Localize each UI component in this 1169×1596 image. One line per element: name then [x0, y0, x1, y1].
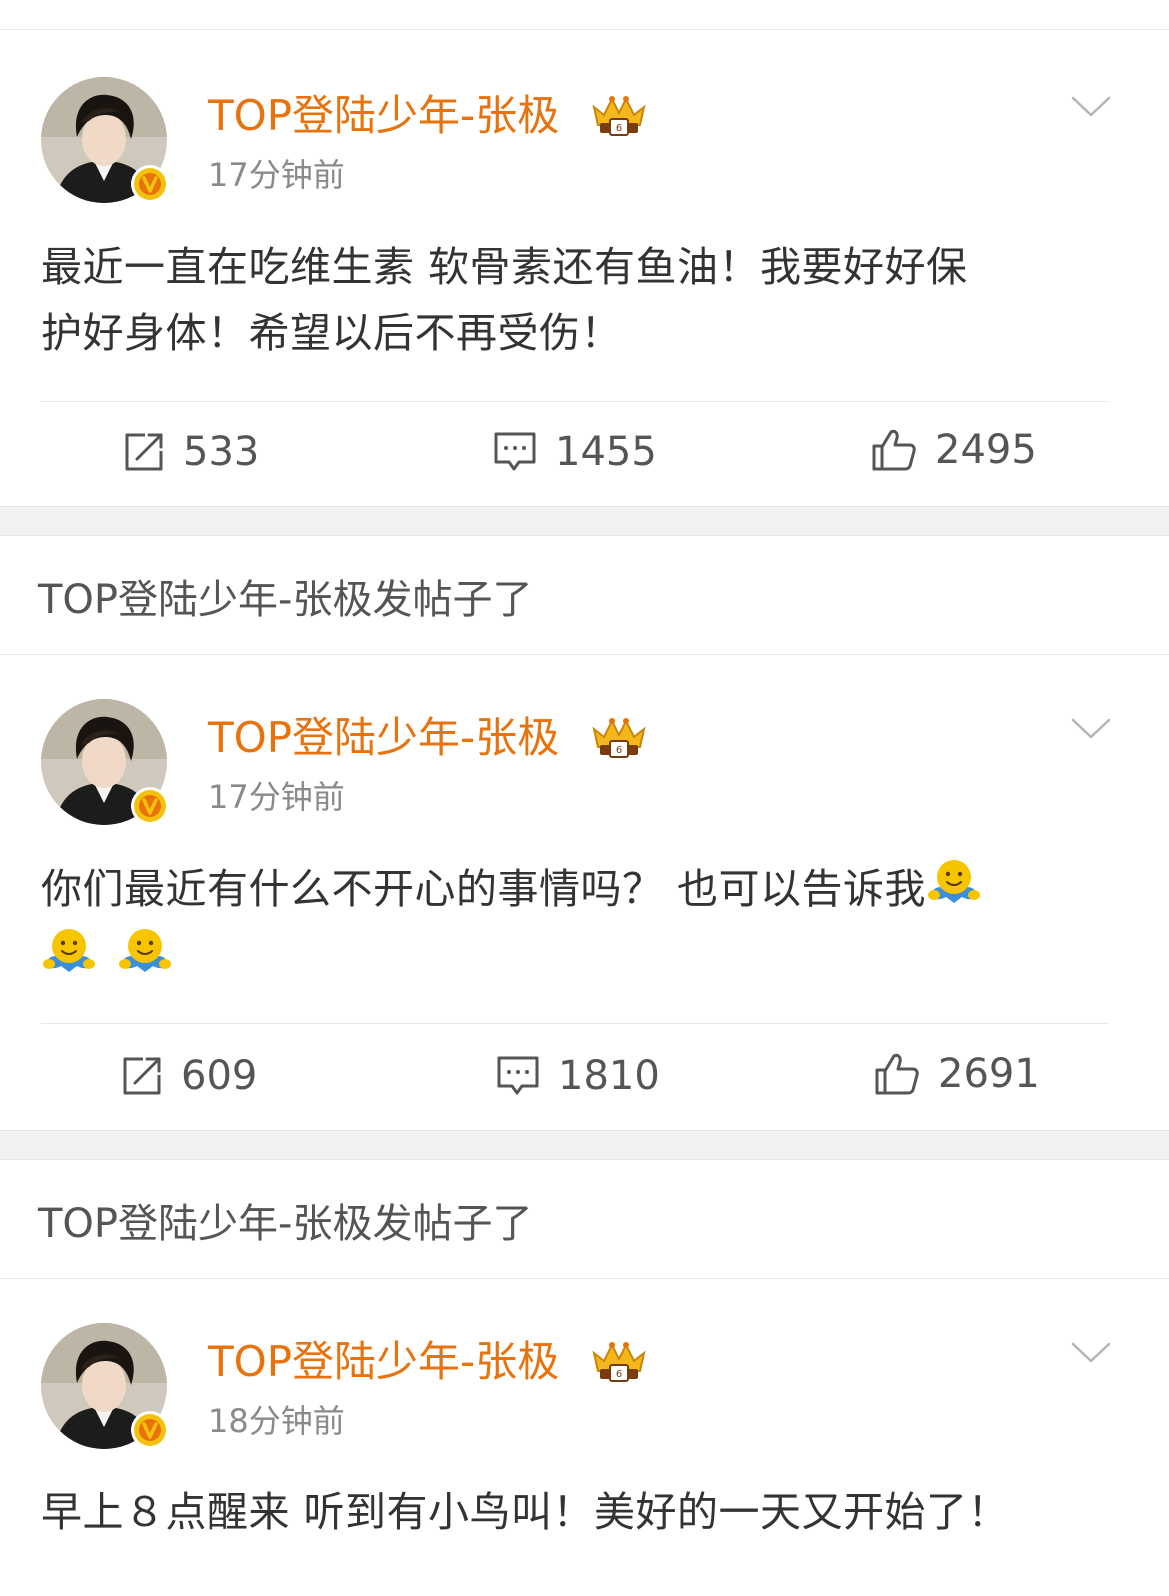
repost-button[interactable]: 533: [123, 429, 259, 475]
feed-card: TOP登陆少年-张极发帖子了 TOP登陆少年-张极 17分钟前 你们最近有什么不…: [0, 537, 1169, 1130]
divider: [41, 1023, 1109, 1024]
top-spacer: [0, 0, 1169, 30]
post-text: 你们最近有什么不开心的事情吗？ 也可以告诉我: [41, 855, 1131, 991]
post-text-line: 早上８点醒来 听到有小鸟叫！美好的一天又开始了！: [41, 1488, 1010, 1536]
card-separator: [0, 506, 1169, 536]
username[interactable]: TOP登陆少年-张极: [208, 1337, 559, 1387]
divider: [0, 1278, 1169, 1279]
post-text-line: 护好身体！希望以后不再受伤！: [41, 309, 622, 357]
post-time: 17分钟前: [208, 778, 345, 816]
crown-vip-icon[interactable]: [590, 1339, 648, 1383]
repost-header[interactable]: TOP登陆少年-张极发帖子了: [38, 1199, 532, 1249]
repost-count: 533: [183, 429, 260, 475]
comment-count: 1810: [558, 1053, 660, 1099]
username[interactable]: TOP登陆少年-张极: [208, 713, 559, 763]
chevron-down-icon[interactable]: [1071, 717, 1111, 741]
post-text-line: 最近一直在吃维生素 软骨素还有鱼油！我要好好保: [41, 243, 968, 291]
chevron-down-icon[interactable]: [1071, 1341, 1111, 1365]
post-text: 最近一直在吃维生素 软骨素还有鱼油！我要好好保 护好身体！希望以后不再受伤！: [41, 234, 1131, 366]
comment-button[interactable]: 1810: [496, 1053, 660, 1099]
comment-bubble-icon: [496, 1055, 540, 1097]
crown-vip-icon[interactable]: [590, 715, 648, 759]
post-text-line: 你们最近有什么不开心的事情吗？ 也可以告诉我: [41, 865, 927, 913]
repost-count: 609: [181, 1053, 258, 1099]
comment-count: 1455: [555, 429, 657, 475]
share-out-icon: [121, 1055, 163, 1097]
thumbs-up-icon: [874, 1052, 920, 1096]
chevron-down-icon[interactable]: [1071, 95, 1111, 119]
hug-emoji-icon: [41, 924, 97, 980]
divider: [41, 401, 1109, 402]
like-button[interactable]: 2495: [871, 427, 1037, 473]
like-count: 2691: [938, 1051, 1040, 1097]
crown-vip-icon[interactable]: [590, 93, 648, 137]
username[interactable]: TOP登陆少年-张极: [208, 91, 559, 141]
feed-card: TOP登陆少年-张极 17分钟前 最近一直在吃维生素 软骨素还有鱼油！我要好好保…: [0, 31, 1169, 506]
share-out-icon: [123, 431, 165, 473]
verified-badge-icon: [130, 786, 170, 826]
repost-button[interactable]: 609: [121, 1053, 257, 1099]
post-time: 17分钟前: [208, 156, 345, 194]
verified-badge-icon: [130, 1410, 170, 1450]
post-text: 早上８点醒来 听到有小鸟叫！美好的一天又开始了！: [41, 1479, 1141, 1545]
feed-card: TOP登陆少年-张极发帖子了 TOP登陆少年-张极 18分钟前 早上８点醒来 听…: [0, 1161, 1169, 1596]
comment-button[interactable]: 1455: [493, 429, 657, 475]
hug-emoji-icon: [926, 855, 982, 911]
comment-bubble-icon: [493, 431, 537, 473]
like-button[interactable]: 2691: [874, 1051, 1040, 1097]
card-separator: [0, 1130, 1169, 1160]
divider: [0, 654, 1169, 655]
verified-badge-icon: [130, 164, 170, 204]
repost-header[interactable]: TOP登陆少年-张极发帖子了: [38, 575, 532, 625]
post-time: 18分钟前: [208, 1402, 345, 1440]
like-count: 2495: [935, 427, 1037, 473]
hug-emoji-icon: [117, 924, 173, 980]
thumbs-up-icon: [871, 428, 917, 472]
